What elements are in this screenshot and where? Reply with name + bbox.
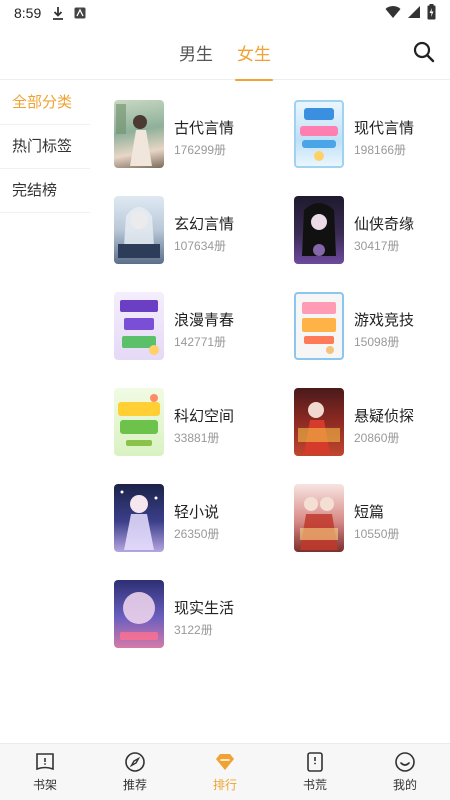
book-cover xyxy=(114,292,164,360)
status-bar: 8:59 xyxy=(0,0,450,26)
category-count: 142771册 xyxy=(174,335,227,349)
signal-icon xyxy=(407,5,421,22)
book-cover xyxy=(294,484,344,552)
category-name: 轻小说 xyxy=(174,504,220,521)
tab-female[interactable]: 女生 xyxy=(235,40,273,81)
category-item[interactable]: 现代言情 198166册 xyxy=(294,100,450,172)
category-item[interactable]: 浪漫青春 142771册 xyxy=(114,292,274,364)
category-item[interactable]: 仙侠奇缘 30417册 xyxy=(294,196,450,268)
download-icon xyxy=(51,6,65,20)
category-name: 浪漫青春 xyxy=(174,312,235,329)
category-sidebar: 全部分类 热门标签 完结榜 xyxy=(0,81,90,743)
book-cover xyxy=(294,292,344,360)
category-name: 短篇 xyxy=(354,504,385,521)
category-name: 古代言情 xyxy=(174,120,235,137)
book-cover xyxy=(114,580,164,648)
gender-tabs: 男生 女生 xyxy=(0,40,450,81)
diamond-icon xyxy=(214,751,236,773)
sidebar-item-completed-ranking[interactable]: 完结榜 xyxy=(0,169,90,213)
category-name: 现代言情 xyxy=(354,120,415,137)
book-icon xyxy=(304,751,326,773)
category-name: 仙侠奇缘 xyxy=(354,216,415,233)
top-header: 男生 女生 xyxy=(0,26,450,81)
book-cover xyxy=(294,388,344,456)
nav-book-shortage[interactable]: 书荒 xyxy=(270,744,360,800)
smile-icon xyxy=(394,751,416,773)
compass-icon xyxy=(124,751,146,773)
nav-label: 推荐 xyxy=(122,778,147,792)
wifi-icon xyxy=(385,5,401,22)
category-count: 10550册 xyxy=(354,527,400,541)
category-name: 现实生活 xyxy=(174,600,235,617)
bottom-navigation: 书架 推荐 排行 书荒 我的 xyxy=(0,743,450,800)
nav-label: 书荒 xyxy=(302,778,327,792)
nav-label: 排行 xyxy=(212,778,237,792)
category-item[interactable]: 科幻空间 33881册 xyxy=(114,388,274,460)
app-notification-icon xyxy=(73,6,87,20)
category-count: 176299册 xyxy=(174,143,227,157)
book-cover xyxy=(294,100,344,168)
bookshelf-icon xyxy=(34,751,56,773)
category-count: 30417册 xyxy=(354,239,400,253)
book-cover xyxy=(294,196,344,264)
category-item[interactable]: 古代言情 176299册 xyxy=(114,100,274,172)
category-item[interactable]: 玄幻言情 107634册 xyxy=(114,196,274,268)
category-item[interactable]: 现实生活 3122册 xyxy=(114,580,274,652)
category-count: 20860册 xyxy=(354,431,400,445)
category-name: 游戏竞技 xyxy=(354,312,415,329)
sidebar-item-hot-tags[interactable]: 热门标签 xyxy=(0,125,90,169)
category-item[interactable]: 游戏竞技 15098册 xyxy=(294,292,450,364)
nav-recommend[interactable]: 推荐 xyxy=(90,744,180,800)
category-name: 悬疑侦探 xyxy=(354,408,415,425)
category-item[interactable]: 短篇 10550册 xyxy=(294,484,450,556)
category-count: 198166册 xyxy=(354,143,407,157)
category-item[interactable]: 悬疑侦探 20860册 xyxy=(294,388,450,460)
book-cover xyxy=(114,484,164,552)
status-time: 8:59 xyxy=(14,5,42,21)
book-cover xyxy=(114,196,164,264)
category-count: 26350册 xyxy=(174,527,220,541)
category-name: 科幻空间 xyxy=(174,408,235,425)
category-count: 15098册 xyxy=(354,335,400,349)
nav-label: 我的 xyxy=(392,778,417,792)
book-cover xyxy=(114,100,164,168)
category-count: 3122册 xyxy=(174,623,213,637)
category-count: 33881册 xyxy=(174,431,220,445)
search-icon[interactable] xyxy=(412,40,436,64)
nav-ranking[interactable]: 排行 xyxy=(180,744,270,800)
nav-bookshelf[interactable]: 书架 xyxy=(0,744,90,800)
battery-icon xyxy=(427,4,436,23)
category-name: 玄幻言情 xyxy=(174,216,235,233)
category-item[interactable]: 轻小说 26350册 xyxy=(114,484,274,556)
sidebar-item-all-categories[interactable]: 全部分类 xyxy=(0,81,90,125)
tab-male[interactable]: 男生 xyxy=(179,40,213,75)
nav-profile[interactable]: 我的 xyxy=(360,744,450,800)
category-count: 107634册 xyxy=(174,239,227,253)
book-cover xyxy=(114,388,164,456)
nav-label: 书架 xyxy=(32,778,57,792)
